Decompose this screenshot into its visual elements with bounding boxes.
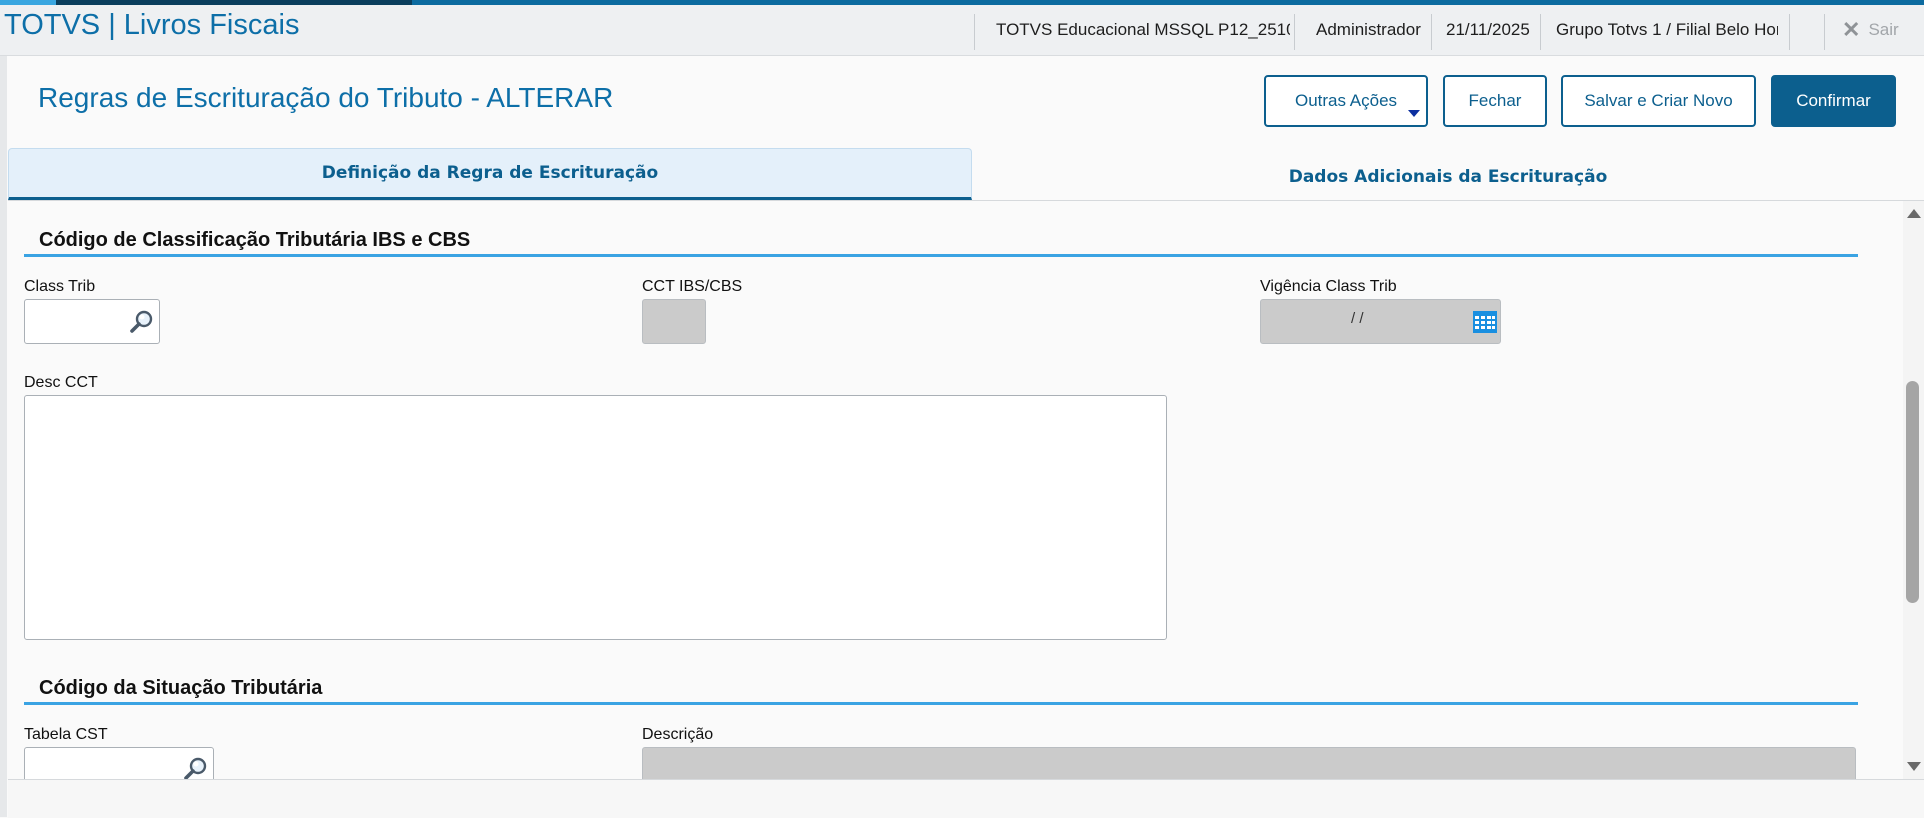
section-title-class-trib: Código de Classificação Tributária IBS e… [39, 229, 471, 251]
app-title: TOTVS | Livros Fiscais [4, 9, 300, 41]
user-info[interactable]: Administrador [1316, 14, 1421, 46]
branch-info[interactable]: Grupo Totvs 1 / Filial Belo Hor [1556, 14, 1778, 46]
environment-info[interactable]: TOTVS Educacional MSSQL P12_2510 [996, 14, 1290, 46]
magnifier-icon[interactable] [129, 309, 155, 335]
page-title: Regras de Escrituração do Tributo - ALTE… [38, 82, 614, 113]
other-actions-button[interactable]: Outras Ações [1264, 75, 1428, 127]
app-header: TOTVS | Livros Fiscais TOTVS Educacional… [0, 5, 1924, 56]
vigencia-class-trib-label: Vigência Class Trib [1260, 278, 1397, 295]
form-content: Código de Classificação Tributária IBS e… [8, 201, 1904, 779]
tab-bar: Definição da Regra de Escrituração Dados… [8, 148, 1924, 201]
calendar-icon[interactable] [1472, 309, 1498, 335]
class-trib-label: Class Trib [24, 278, 96, 295]
vertical-scrollbar[interactable] [1903, 201, 1924, 779]
confirm-button[interactable]: Confirmar [1771, 75, 1896, 127]
tab-dados-adicionais[interactable]: Dados Adicionais da Escrituração [972, 148, 1924, 200]
footer-bar [8, 779, 1924, 818]
desc-cct-label: Desc CCT [24, 374, 98, 391]
class-trib-input[interactable] [24, 299, 160, 344]
vigencia-class-trib-field: / / [1260, 299, 1501, 344]
tabela-cst-label: Tabela CST [24, 726, 108, 743]
descricao-field [642, 747, 1856, 779]
header-separator [1789, 14, 1790, 50]
scrollbar-thumb[interactable] [1906, 381, 1919, 603]
scroll-down-arrow-icon[interactable] [1907, 762, 1921, 771]
save-and-new-button[interactable]: Salvar e Criar Novo [1561, 75, 1756, 127]
section-divider [24, 702, 1858, 705]
close-icon: ✕ [1842, 17, 1861, 42]
header-separator [1824, 14, 1825, 50]
header-separator [974, 14, 975, 50]
section-divider [24, 254, 1858, 257]
caret-down-icon [1408, 110, 1420, 117]
header-separator [1294, 14, 1295, 50]
vigencia-date-value: / / [1351, 310, 1364, 327]
cct-ibs-cbs-field [642, 299, 706, 344]
logout-button[interactable]: ✕ Sair [1842, 14, 1899, 46]
scroll-up-arrow-icon[interactable] [1907, 209, 1921, 218]
tab-definicao-regra[interactable]: Definição da Regra de Escrituração [8, 148, 972, 200]
descricao-label: Descrição [642, 726, 714, 743]
section-title-cst: Código da Situação Tributária [39, 677, 323, 699]
other-actions-label: Outras Ações [1294, 91, 1398, 110]
close-button[interactable]: Fechar [1443, 75, 1547, 127]
left-edge-strip [0, 56, 7, 817]
date-info[interactable]: 21/11/2025 [1446, 14, 1530, 46]
desc-cct-textarea[interactable] [24, 395, 1167, 640]
header-separator [1431, 14, 1432, 50]
cct-ibs-cbs-label: CCT IBS/CBS [642, 278, 743, 295]
header-separator [1540, 14, 1541, 50]
tabela-cst-input[interactable] [24, 747, 214, 779]
magnifier-icon[interactable] [183, 756, 209, 779]
logout-label: Sair [1868, 20, 1899, 39]
